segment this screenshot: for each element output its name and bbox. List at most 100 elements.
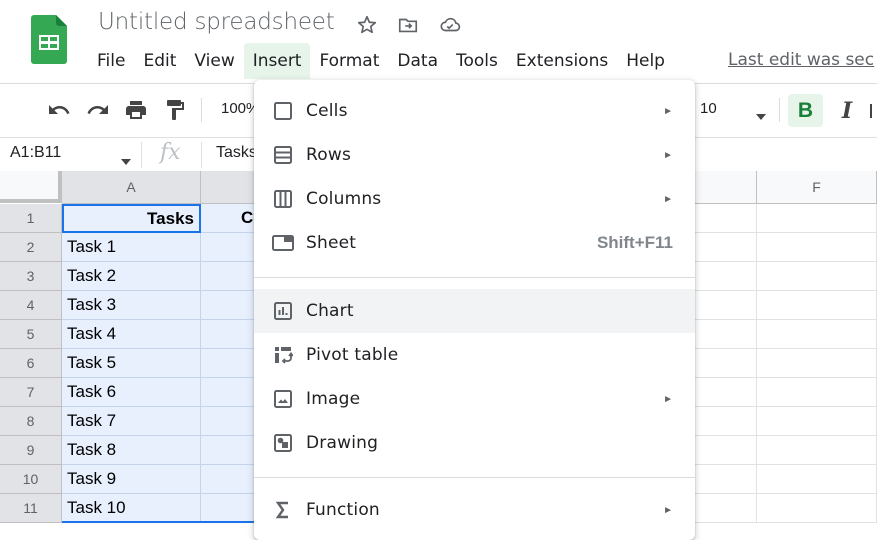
cell-f[interactable] [757,320,877,349]
menu-item-cells[interactable]: Cells ► [254,89,695,133]
star-icon[interactable] [354,12,380,38]
cell-task[interactable]: Task 4 [62,320,201,349]
fx-icon: fx [160,140,181,165]
cell-a1-header[interactable]: Tasks [62,204,201,233]
cell-task[interactable]: Task 5 [62,349,201,378]
row-header[interactable]: 5 [0,320,62,349]
name-box-dropdown-icon[interactable] [120,152,132,170]
row-header[interactable]: 7 [0,378,62,407]
menu-item-chart[interactable]: Chart [254,289,695,333]
font-size-input[interactable]: 10 [700,100,717,117]
italic-button[interactable]: I [832,94,862,127]
submenu-arrow-icon: ► [663,105,673,117]
move-folder-icon[interactable] [395,12,421,38]
sigma-icon [272,499,294,521]
menu-item-label: Sheet [306,233,357,253]
image-icon [272,388,294,410]
menu-view[interactable]: View [185,43,243,79]
submenu-arrow-icon: ► [663,193,673,205]
menu-item-label: Columns [306,189,382,209]
row-header[interactable]: 6 [0,349,62,378]
menu-format[interactable]: Format [310,43,388,79]
menu-item-rows[interactable]: Rows ► [254,133,695,177]
cell-task[interactable]: Task 8 [62,436,201,465]
formula-divider [141,142,142,168]
pivot-table-icon [272,344,294,366]
cell-task[interactable]: Task 6 [62,378,201,407]
strikethrough-icon[interactable] [870,104,877,118]
row-header[interactable]: 9 [0,436,62,465]
row-header[interactable]: 4 [0,291,62,320]
menu-item-label: Chart [306,301,354,321]
row-header[interactable]: 10 [0,465,62,494]
menu-item-label: Cells [306,101,348,121]
cell-task[interactable]: Task 1 [62,233,201,262]
cell-task[interactable]: Task 7 [62,407,201,436]
submenu-arrow-icon: ► [663,149,673,161]
cell-f[interactable] [757,407,877,436]
menu-file[interactable]: File [88,43,134,79]
row-header[interactable]: 1 [0,204,62,233]
document-title[interactable]: Untitled spreadsheet [98,9,335,35]
cell-f[interactable] [757,465,877,494]
row-header[interactable]: 3 [0,262,62,291]
bold-button[interactable]: B [788,94,823,127]
columns-icon [272,188,294,210]
cell-task[interactable]: Task 3 [62,291,201,320]
menu-edit[interactable]: Edit [134,43,185,79]
selection-border [62,521,254,523]
shortcut-label: Shift+F11 [596,233,673,252]
undo-icon[interactable] [45,96,73,124]
menubar: File Edit View Insert Format Data Tools … [88,43,674,79]
menu-tools[interactable]: Tools [447,43,507,79]
row-header[interactable]: 8 [0,407,62,436]
sheet-icon [272,232,294,254]
cloud-saved-icon[interactable] [437,12,463,38]
print-icon[interactable] [122,96,150,124]
redo-icon[interactable] [84,96,112,124]
cell-f[interactable] [757,204,877,233]
menu-data[interactable]: Data [388,43,447,79]
cell-f[interactable] [757,233,877,262]
menu-insert[interactable]: Insert [243,43,311,79]
font-size-dropdown-icon[interactable] [755,107,767,125]
menu-item-columns[interactable]: Columns ► [254,177,695,221]
cell-f[interactable] [757,436,877,465]
menu-item-label: Rows [306,145,352,165]
select-all-corner[interactable] [0,171,62,203]
last-edit-link[interactable]: Last edit was sec [728,50,874,70]
toolbar-divider [779,98,780,122]
menu-extensions[interactable]: Extensions [507,43,617,79]
formula-input[interactable]: Tasks [216,144,257,162]
cell-task[interactable]: Task 9 [62,465,201,494]
cell-task[interactable]: Task 2 [62,262,201,291]
menu-item-drawing[interactable]: Drawing [254,421,695,465]
cell-f[interactable] [757,349,877,378]
menu-item-pivot-table[interactable]: Pivot table [254,333,695,377]
submenu-arrow-icon: ► [663,393,673,405]
column-header-f[interactable]: F [757,171,877,204]
sheets-logo[interactable] [31,15,67,64]
menu-item-function[interactable]: Function ► [254,488,695,532]
menu-item-label: Drawing [306,433,379,453]
cell-f[interactable] [757,291,877,320]
menu-item-sheet[interactable]: Sheet Shift+F11 [254,221,695,265]
menu-item-image[interactable]: Image ► [254,377,695,421]
row-header[interactable]: 2 [0,233,62,262]
row-header[interactable]: 11 [0,494,62,523]
paint-format-icon[interactable] [161,96,189,124]
name-box[interactable]: A1:B11 [10,144,61,162]
cell-f[interactable] [757,378,877,407]
menu-help[interactable]: Help [617,43,674,79]
drawing-icon [272,432,294,454]
menu-item-label: Pivot table [306,345,399,365]
cell-f[interactable] [757,262,877,291]
chart-icon [272,300,294,322]
menu-divider [254,477,695,478]
menu-item-label: Function [306,500,380,520]
cell-task[interactable]: Task 10 [62,494,201,523]
cell-f[interactable] [757,494,877,523]
column-header-a[interactable]: A [62,171,201,204]
menu-divider [254,277,695,278]
submenu-arrow-icon: ► [663,504,673,516]
